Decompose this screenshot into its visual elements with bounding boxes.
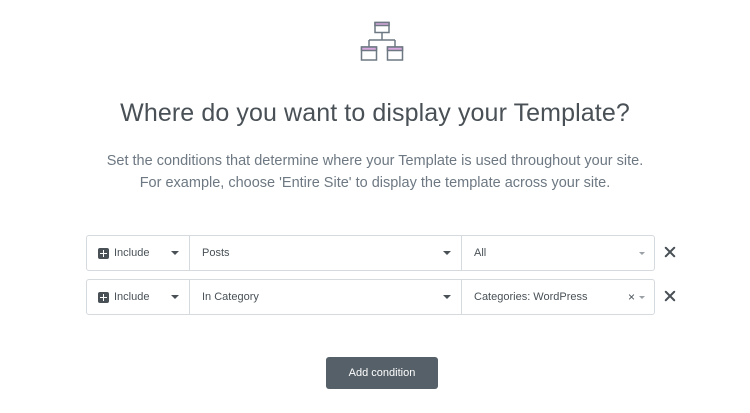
page-subtitle: Set the conditions that determine where … bbox=[0, 150, 750, 194]
condition-sub-select[interactable]: Categories: WordPress × bbox=[462, 280, 654, 314]
add-condition-button[interactable]: Add condition bbox=[326, 357, 438, 389]
chevron-down-icon bbox=[639, 296, 645, 299]
condition-name-select[interactable]: In Category bbox=[190, 280, 462, 314]
condition-fields: Include In Category Categories: WordPres… bbox=[86, 279, 655, 315]
remove-condition-button[interactable] bbox=[662, 244, 678, 260]
condition-row: Include In Category Categories: WordPres… bbox=[86, 279, 686, 315]
chevron-down-icon bbox=[443, 295, 451, 299]
condition-row: Include Posts All bbox=[86, 235, 686, 271]
condition-name-select[interactable]: Posts bbox=[190, 236, 462, 270]
condition-type-select[interactable]: Include bbox=[87, 280, 190, 314]
condition-type-value: Include bbox=[114, 247, 150, 259]
plus-square-icon bbox=[98, 247, 109, 259]
condition-sub-select[interactable]: All bbox=[462, 236, 654, 270]
chevron-down-icon bbox=[639, 252, 645, 255]
condition-sub-value: All bbox=[474, 247, 487, 259]
condition-sub-value: Categories: WordPress bbox=[474, 291, 588, 303]
subtitle-line-2: For example, choose 'Entire Site' to dis… bbox=[139, 175, 611, 191]
condition-type-value: Include bbox=[114, 291, 150, 303]
plus-square-icon bbox=[98, 291, 109, 303]
chevron-down-icon bbox=[443, 251, 451, 255]
page-title: Where do you want to display your Templa… bbox=[120, 99, 630, 127]
sitemap-icon bbox=[360, 21, 404, 61]
subtitle-line-1: Set the conditions that determine where … bbox=[106, 153, 644, 169]
remove-condition-button[interactable] bbox=[662, 288, 678, 304]
condition-fields: Include Posts All bbox=[86, 235, 655, 271]
chevron-down-icon bbox=[171, 251, 179, 255]
chevron-down-icon bbox=[171, 295, 179, 299]
clear-selection-icon[interactable]: × bbox=[628, 290, 635, 304]
template-conditions-page: Where do you want to display your Templa… bbox=[0, 0, 750, 413]
condition-name-value: Posts bbox=[202, 247, 230, 259]
conditions-list: Include Posts All Include In Category Ca… bbox=[86, 235, 686, 323]
condition-type-select[interactable]: Include bbox=[87, 236, 190, 270]
condition-name-value: In Category bbox=[202, 291, 259, 303]
